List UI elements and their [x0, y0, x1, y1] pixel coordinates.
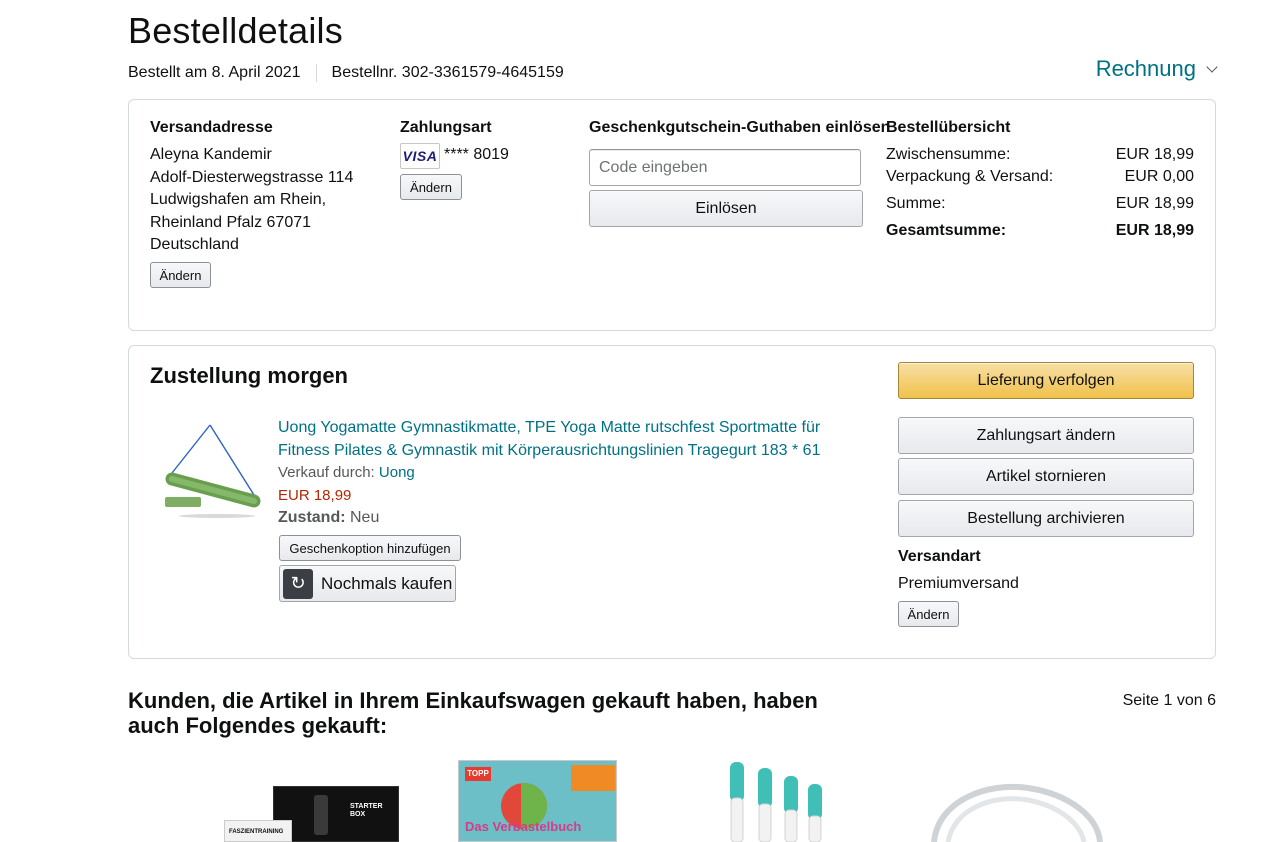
track-package-button[interactable]: Lieferung verfolgen: [898, 362, 1194, 399]
redeem-button[interactable]: Einlösen: [589, 190, 863, 227]
address-street: Adolf-Diesterwegstrasse 114: [150, 168, 354, 186]
grand-total-value: EUR 18,99: [1115, 222, 1194, 239]
archive-order-button[interactable]: Bestellung archivieren: [898, 500, 1194, 537]
sold-by-label: Verkauf durch:: [278, 464, 375, 481]
product-price: EUR 18,99: [278, 486, 352, 504]
subtotal-value: EUR 18,99: [1115, 146, 1194, 163]
grand-total-row: Gesamtsumme: EUR 18,99: [886, 222, 1194, 240]
visa-card-icon: VISA: [400, 143, 440, 169]
order-meta: Bestellt am 8. April 2021 Bestellnr. 302…: [128, 64, 564, 82]
product-title-line2[interactable]: Fitness Pilates & Gymnastik mit Körperau…: [278, 440, 820, 463]
sum-row: Summe: EUR 18,99: [886, 195, 1194, 213]
shipping-address: Aleyna Kandemir Adolf-Diesterwegstrasse …: [150, 144, 353, 257]
chevron-down-icon: [1206, 61, 1218, 73]
invoice-dropdown[interactable]: Rechnung: [1096, 56, 1218, 82]
order-date: Bestellt am 8. April 2021: [128, 64, 301, 81]
condition-label: Zustand:: [278, 509, 346, 526]
product-title-line1[interactable]: Uong Yogamatte Gymnastikmatte, TPE Yoga …: [278, 417, 820, 440]
payment-heading: Zahlungsart: [400, 119, 492, 136]
grand-total-label: Gesamtsumme:: [886, 222, 1007, 239]
shipping-method-heading: Versandart: [898, 548, 981, 565]
change-payment-method-button[interactable]: Zahlungsart ändern: [898, 417, 1194, 454]
condition: Zustand: Neu: [278, 507, 820, 530]
buy-again-button[interactable]: ↻ Nochmals kaufen: [279, 565, 456, 602]
shipping-cost-row: Verpackung & Versand: EUR 0,00: [886, 168, 1194, 186]
gift-code-input[interactable]: [589, 149, 861, 186]
recommendation-item-label: FASZIENTRAINING: [224, 820, 292, 842]
shipping-cost-label: Verpackung & Versand:: [886, 168, 1054, 185]
condition-value: Neu: [350, 509, 380, 526]
toothbrush-heads-image[interactable]: [724, 758, 828, 842]
invoice-label[interactable]: Rechnung: [1096, 56, 1196, 82]
address-region: Rheinland Pfalz 67071: [150, 213, 312, 231]
carousel-page-info: Seite 1 von 6: [1122, 692, 1216, 709]
shipping-address-heading: Versandadresse: [150, 119, 273, 136]
address-city: Ludwigshafen am Rhein,: [150, 191, 327, 208]
yoga-mat-image[interactable]: [162, 421, 262, 521]
sold-by: Verkauf durch: Uong: [278, 462, 820, 485]
gift-card-heading: Geschenkgutschein-Guthaben einlösen: [589, 119, 891, 136]
shipping-cost-value: EUR 0,00: [1124, 168, 1194, 185]
address-country: Deutschland: [150, 236, 239, 253]
sum-label: Summe:: [886, 195, 946, 212]
delivery-box: Zustellung morgen Uong Yogamatte Gymnast…: [128, 345, 1216, 659]
change-shipping-method-button[interactable]: Ändern: [898, 601, 959, 627]
sum-value: EUR 18,99: [1115, 195, 1194, 212]
book-title: Das Verbastelbuch: [465, 819, 582, 834]
buy-again-icon: ↻: [283, 568, 313, 599]
buy-again-label[interactable]: Nochmals kaufen: [321, 574, 452, 594]
cancel-items-button[interactable]: Artikel stornieren: [898, 458, 1194, 495]
subtotal-label: Zwischensumme:: [886, 146, 1011, 163]
recommendation-item[interactable]: STARTER BOX FASZIENTRAINING: [224, 784, 404, 842]
order-summary-box: Versandadresse Aleyna Kandemir Adolf-Die…: [128, 99, 1216, 331]
order-number: Bestellnr. 302-3361579-4645159: [331, 64, 564, 81]
add-gift-option-button[interactable]: Geschenkoption hinzufügen: [279, 535, 461, 561]
change-payment-button[interactable]: Ändern: [400, 174, 462, 200]
change-address-button[interactable]: Ändern: [150, 262, 211, 288]
subtotal-row: Zwischensumme: EUR 18,99: [886, 146, 1194, 164]
order-overview-heading: Bestellübersicht: [886, 119, 1011, 136]
address-name: Aleyna Kandemir: [150, 146, 272, 163]
recommendation-item[interactable]: TOPP Das Verbastelbuch: [458, 760, 617, 842]
white-cable-image[interactable]: [928, 780, 1104, 842]
shipping-method-value: Premiumversand: [898, 575, 1019, 592]
delivery-heading: Zustellung morgen: [150, 363, 348, 388]
book-cover-image: TOPP Das Verbastelbuch: [458, 760, 617, 842]
card-number: **** 8019: [444, 146, 509, 163]
meta-divider: [315, 64, 317, 82]
recommendations-title: Kunden, die Artikel in Ihrem Einkaufswag…: [128, 688, 818, 738]
page-title: Bestelldetails: [128, 10, 343, 51]
product-info: Uong Yogamatte Gymnastikmatte, TPE Yoga …: [278, 417, 820, 530]
seller-link[interactable]: Uong: [379, 464, 415, 481]
